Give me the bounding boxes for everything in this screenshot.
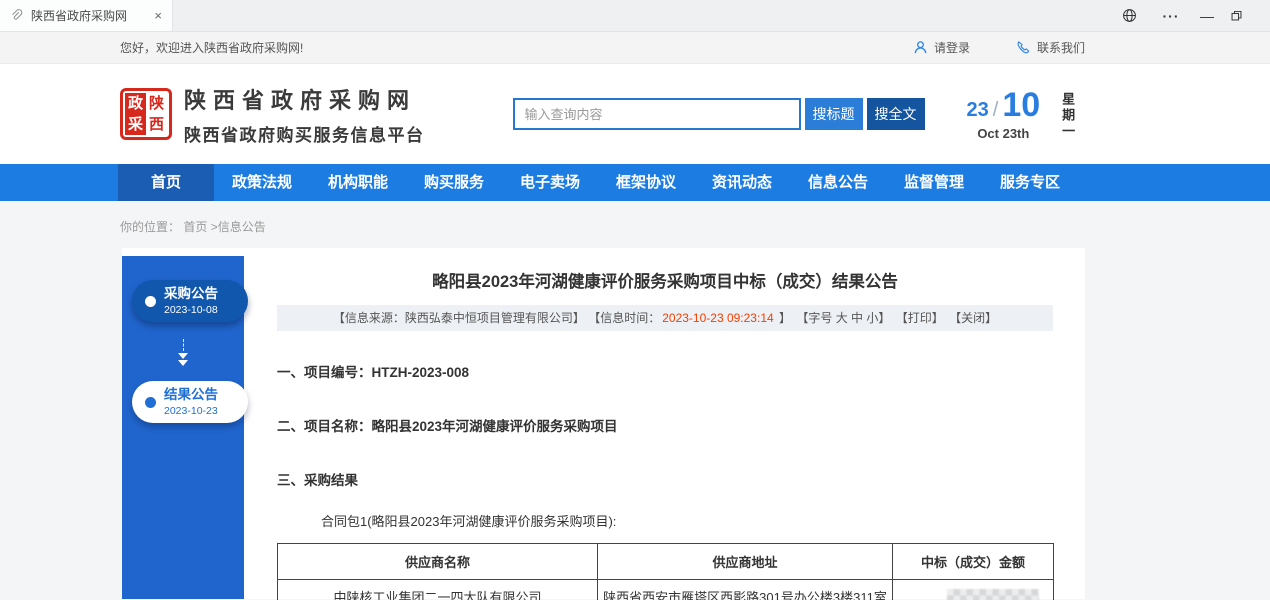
result-table: 供应商名称 供应商地址 中标（成交）金额 中陕核工业集团二一四大队有限公司 陕西… <box>277 543 1054 600</box>
breadcrumb: 你的位置： 首页 >信息公告 <box>0 201 1270 248</box>
section-project-number: 一、项目编号：HTZH-2023-008 <box>277 361 1053 381</box>
redacted-amount-mosaic <box>947 589 1039 600</box>
timeline-dot <box>145 296 156 307</box>
breadcrumb-home-link[interactable]: 首页 <box>183 220 207 234</box>
timeline-dot-active <box>145 397 156 408</box>
table-row: 中陕核工业集团二一四大队有限公司 陕西省西安市雁塔区西影路301号办公楼3楼31… <box>278 580 1054 600</box>
nav-item-purchase-services[interactable]: 购买服务 <box>406 164 502 201</box>
nav-item-announcements[interactable]: 信息公告 <box>790 164 886 201</box>
globe-icon[interactable] <box>1122 8 1148 23</box>
nav-item-supervision[interactable]: 监督管理 <box>886 164 982 201</box>
cell-supplier-name: 中陕核工业集团二一四大队有限公司 <box>278 580 598 600</box>
section-project-name: 二、项目名称：略阳县2023年河湖健康评价服务采购项目 <box>277 415 1053 435</box>
browser-menu-icon[interactable]: ··· <box>1158 8 1184 24</box>
meta-fontsize-controls[interactable]: 【字号 大 中 小】 <box>796 311 890 325</box>
restore-window-icon[interactable] <box>1230 9 1256 22</box>
cell-supplier-address: 陕西省西安市雁塔区西影路301号办公楼3楼311室 <box>598 580 893 600</box>
nav-item-policies[interactable]: 政策法规 <box>214 164 310 201</box>
col-supplier-address: 供应商地址 <box>598 544 893 580</box>
timeline-step-result[interactable]: 结果公告 2023-10-23 <box>132 381 248 423</box>
article-meta-bar: 【信息来源：陕西弘泰中恒项目管理有限公司】 【信息时间：2023-10-23 0… <box>277 305 1053 331</box>
phone-icon <box>1016 40 1031 55</box>
article-title: 略阳县2023年河湖健康评价服务采购项目中标（成交）结果公告 <box>277 268 1053 292</box>
date-weekday: 星期一 <box>1058 92 1077 140</box>
nav-item-home[interactable]: 首页 <box>118 164 214 201</box>
meta-source: 【信息来源：陕西弘泰中恒项目管理有限公司】 【信息时间： <box>333 311 660 325</box>
date-widget: 23 / 10 Oct 23th 星期一 <box>967 88 1116 141</box>
nav-item-functions[interactable]: 机构职能 <box>310 164 406 201</box>
site-subtitle: 陕西省政府购买服务信息平台 <box>184 121 425 146</box>
user-icon <box>913 40 928 55</box>
search-bar: 搜标题 搜全文 <box>513 98 925 130</box>
cell-award-amount <box>893 580 1054 600</box>
section-procurement-result: 三、采购结果 <box>277 469 1053 489</box>
site-title: 陕西省政府采购网 <box>184 83 425 115</box>
content-card: 采购公告 2023-10-08 结果公告 2023-10-23 略阳县2023年… <box>122 248 1085 599</box>
package-line: 合同包1(略阳县2023年河湖健康评价服务采购项目): <box>277 511 1053 530</box>
date-month: 10 <box>1002 88 1040 122</box>
meta-print-button[interactable]: 【打印】 <box>896 311 944 325</box>
site-header: 政 陕 采 西 陕西省政府采购网 陕西省政府购买服务信息平台 搜标题 搜全文 2… <box>0 64 1270 164</box>
breadcrumb-label: 你的位置： <box>120 220 180 234</box>
col-award-amount: 中标（成交）金额 <box>893 544 1054 580</box>
article: 略阳县2023年河湖健康评价服务采购项目中标（成交）结果公告 【信息来源：陕西弘… <box>277 248 1053 600</box>
timeline-step-procurement[interactable]: 采购公告 2023-10-08 <box>132 280 248 322</box>
nav-item-e-mall[interactable]: 电子卖场 <box>502 164 598 201</box>
date-day: 23 <box>967 99 989 122</box>
breadcrumb-current-link[interactable]: 信息公告 <box>218 220 266 234</box>
welcome-bar: 您好，欢迎进入陕西省政府采购网! 请登录 联系我们 <box>0 32 1270 64</box>
nav-item-news[interactable]: 资讯动态 <box>694 164 790 201</box>
col-supplier-name: 供应商名称 <box>278 544 598 580</box>
contact-link[interactable]: 联系我们 <box>1016 39 1085 56</box>
arrow-down-icon <box>173 339 193 366</box>
main-area: 采购公告 2023-10-08 结果公告 2023-10-23 略阳县2023年… <box>0 248 1270 599</box>
main-nav: 首页 政策法规 机构职能 购买服务 电子卖场 框架协议 资讯动态 信息公告 监督… <box>0 164 1270 201</box>
browser-tab-bar: 陕西省政府采购网 × ··· — <box>0 0 1270 32</box>
meta-time: 2023-10-23 09:23:14 <box>662 311 773 325</box>
browser-tab[interactable]: 陕西省政府采购网 × <box>0 0 173 31</box>
tab-title: 陕西省政府采购网 <box>31 7 144 24</box>
site-logo[interactable]: 政 陕 采 西 陕西省政府采购网 陕西省政府购买服务信息平台 <box>120 83 425 146</box>
date-english: Oct 23th <box>967 126 1041 141</box>
logo-seal-icon: 政 陕 采 西 <box>120 88 172 140</box>
timeline-sidebar: 采购公告 2023-10-08 结果公告 2023-10-23 <box>122 256 244 599</box>
search-title-button[interactable]: 搜标题 <box>805 98 863 130</box>
paperclip-icon <box>10 9 23 22</box>
login-link[interactable]: 请登录 <box>913 39 970 56</box>
minimize-icon[interactable]: — <box>1194 8 1220 24</box>
nav-item-framework[interactable]: 框架协议 <box>598 164 694 201</box>
tab-close-icon[interactable]: × <box>152 8 164 23</box>
search-fulltext-button[interactable]: 搜全文 <box>867 98 925 130</box>
nav-item-service-zone[interactable]: 服务专区 <box>982 164 1078 201</box>
welcome-text: 您好，欢迎进入陕西省政府采购网! <box>120 39 303 56</box>
table-header-row: 供应商名称 供应商地址 中标（成交）金额 <box>278 544 1054 580</box>
search-input[interactable] <box>513 98 801 130</box>
meta-close-button[interactable]: 【关闭】 <box>949 311 997 325</box>
